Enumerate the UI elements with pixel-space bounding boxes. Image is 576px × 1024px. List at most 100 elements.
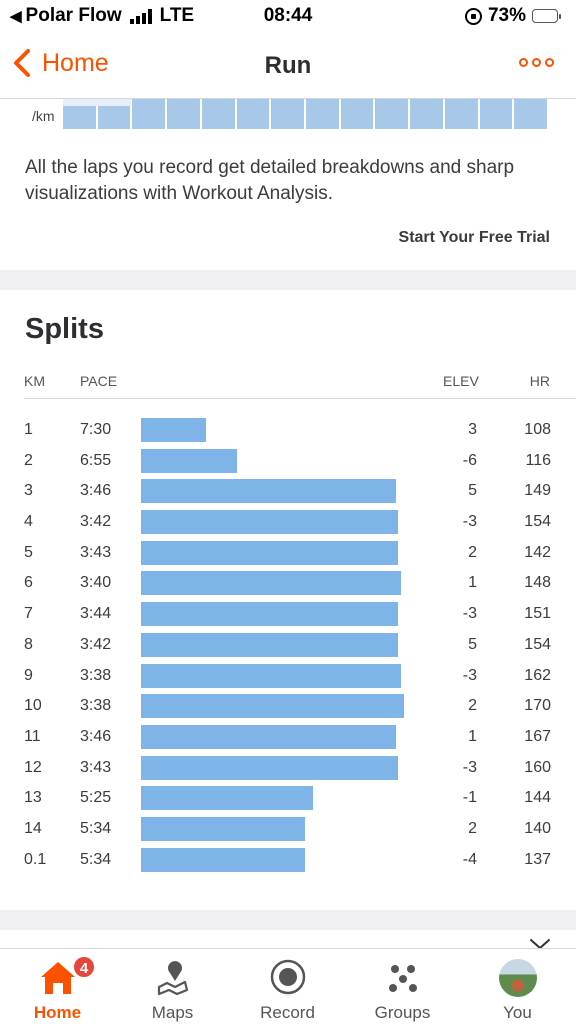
split-pace-bar [141,755,398,780]
tab-groups[interactable]: Groups [345,949,460,1024]
split-pace: 6:55 [80,451,112,469]
split-pace: 5:34 [80,819,112,837]
split-pace: 3:46 [80,482,112,500]
more-options-button[interactable] [519,58,554,67]
split-hr: 140 [524,819,551,837]
record-icon [270,959,305,995]
split-elev: 5 [468,635,477,653]
split-hr: 116 [525,451,551,469]
section-divider [0,270,576,290]
more-dot-icon [545,58,554,67]
tab-label: Home [33,1003,82,1022]
split-elev: -3 [462,758,477,776]
table-row: 6 3:40 1 148 [0,568,576,599]
split-pace-bar [141,602,398,627]
split-hr: 151 [524,605,551,623]
split-hr: 144 [524,789,551,807]
column-header-pace: PACE [80,373,118,389]
split-km: 5 [24,543,33,561]
tab-home[interactable]: 4 Home [0,949,115,1024]
pace-strip-notch [63,99,131,106]
split-pace: 3:38 [80,697,112,715]
split-hr: 154 [524,635,551,653]
tab-label: Maps [151,1003,194,1022]
split-km: 9 [24,666,33,684]
tab-label: You [503,1003,532,1022]
split-hr: 149 [524,482,551,500]
split-elev: -3 [462,605,477,623]
tab-record[interactable]: Record [230,949,345,1024]
column-header-elev: ELEV [443,373,479,389]
split-hr: 137 [524,850,551,868]
split-pace-bar [141,786,313,811]
tab-maps[interactable]: Maps [115,949,230,1024]
status-right: 73% [464,5,561,27]
split-km: 0.1 [24,850,47,868]
split-km: 6 [24,574,33,592]
split-km: 11 [24,727,41,745]
split-km: 2 [24,451,33,469]
split-elev: -6 [462,451,477,469]
split-pace: 3:46 [80,727,112,745]
split-pace: 3:44 [80,605,112,623]
pace-chart-strip: /km [0,98,576,132]
header-divider [24,398,576,399]
more-dot-icon [519,58,528,67]
splits-table: 1 7:30 3 108 2 6:55 -6 116 3 3:46 5 149 4 3:42 -3 154 5 3… [0,415,576,875]
groups-icon [388,965,417,992]
split-pace: 3:38 [80,666,112,684]
table-row: 3 3:46 5 149 [0,476,576,507]
battery-icon [532,9,561,23]
split-hr: 148 [524,574,551,592]
tab-bar: 4 Home Maps Record Groups You [0,948,576,1024]
split-pace: 5:25 [80,789,112,807]
table-row: 10 3:38 2 170 [0,691,576,722]
split-hr: 108 [524,421,551,438]
promo-text: All the laps you record get detailed bre… [25,157,515,204]
split-pace-bar [141,510,398,535]
split-pace-bar [141,694,404,719]
table-row: 9 3:38 -3 162 [0,661,576,692]
pace-strip-bars [63,99,550,129]
split-elev: 1 [468,727,477,745]
split-pace-bar [141,663,401,688]
split-hr: 170 [524,697,551,715]
page-title: Run [264,52,312,79]
split-elev: -3 [462,513,477,531]
split-pace-bar [141,571,401,596]
split-hr: 167 [524,727,551,745]
column-header-km: KM [24,373,45,389]
avatar [498,959,537,997]
split-km: 7 [24,605,33,623]
split-elev: -1 [462,789,477,807]
split-pace-bar [141,448,237,473]
split-km: 4 [24,513,33,531]
table-row: 12 3:43 -3 160 [0,753,576,784]
tab-label: Groups [374,1003,431,1022]
nav-header: Home Run [0,34,576,98]
split-pace: 7:30 [80,421,112,438]
section-divider [0,910,576,930]
table-row: 2 6:55 -6 116 [0,446,576,477]
split-km: 8 [24,635,33,653]
split-elev: 2 [468,819,477,837]
split-km: 13 [24,789,42,807]
split-hr: 142 [524,543,551,561]
column-header-hr: HR [529,373,550,389]
table-row: 8 3:42 5 154 [0,630,576,661]
split-elev: 3 [468,421,477,438]
start-free-trial-link[interactable]: Start Your Free Trial [399,229,550,247]
split-pace-bar [141,418,206,442]
split-pace-bar [141,724,396,749]
map-icon [157,961,188,996]
split-elev: -3 [462,666,477,684]
split-hr: 162 [524,666,551,684]
split-elev: 5 [468,482,477,500]
split-pace-bar [141,540,398,565]
split-pace-bar [141,479,396,504]
tab-you[interactable]: You [460,949,575,1024]
split-pace: 3:43 [80,758,112,776]
split-elev: 2 [468,543,477,561]
more-dot-icon [532,58,541,67]
rotation-lock-icon [464,7,482,25]
